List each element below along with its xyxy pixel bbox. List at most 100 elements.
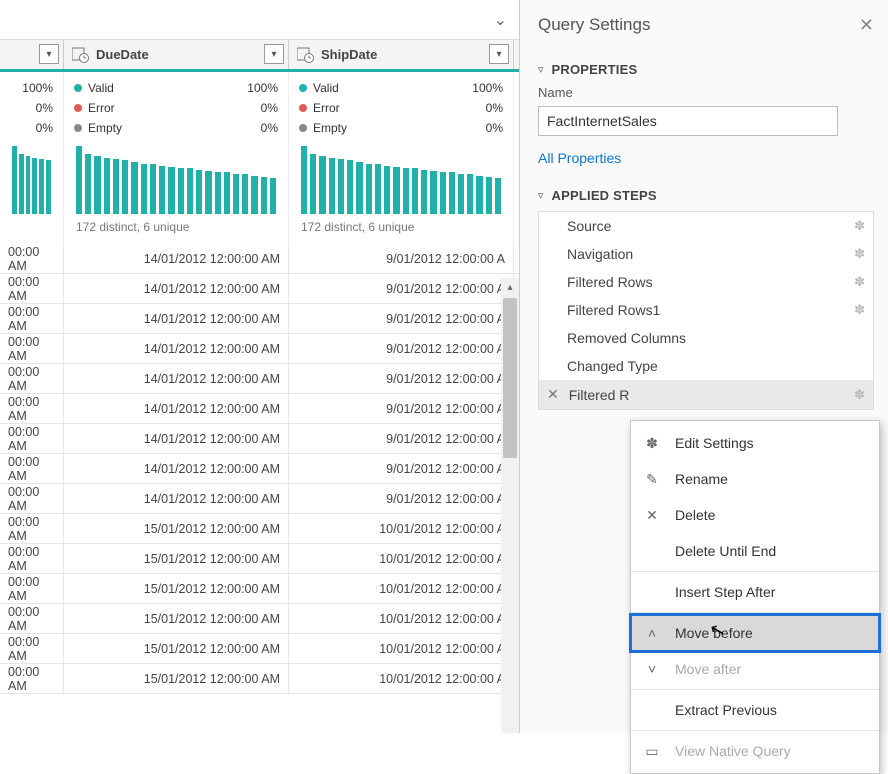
table-cell[interactable]: 9/01/2012 12:00:00 A — [289, 394, 514, 423]
table-cell[interactable]: 00:00 AM — [0, 484, 64, 513]
table-cell[interactable]: 9/01/2012 12:00:00 A — [289, 364, 514, 393]
properties-section-header[interactable]: ▿ PROPERTIES — [538, 62, 874, 77]
column-header-shipdate[interactable]: ShipDate ▾ — [289, 40, 514, 69]
distribution-sparkline — [10, 138, 53, 218]
table-row[interactable]: 00:00 AM14/01/2012 12:00:00 AM9/01/2012 … — [0, 244, 519, 274]
context-menu-item[interactable]: ˄Move before — [631, 615, 879, 651]
table-cell[interactable]: 14/01/2012 12:00:00 AM — [64, 424, 289, 453]
gear-icon[interactable]: ✽ — [854, 218, 865, 234]
applied-step-item[interactable]: Filtered Rows1✽ — [539, 296, 873, 324]
table-cell[interactable]: 14/01/2012 12:00:00 AM — [64, 304, 289, 333]
table-row[interactable]: 00:00 AM15/01/2012 12:00:00 AM10/01/2012… — [0, 604, 519, 634]
table-cell[interactable]: 14/01/2012 12:00:00 AM — [64, 334, 289, 363]
applied-step-item[interactable]: Filtered Rows✽ — [539, 268, 873, 296]
column-dropdown-icon[interactable]: ▾ — [264, 44, 284, 64]
table-cell[interactable]: 00:00 AM — [0, 424, 64, 453]
table-cell[interactable]: 15/01/2012 12:00:00 AM — [64, 604, 289, 633]
table-cell[interactable]: 00:00 AM — [0, 604, 64, 633]
column-header-duedate[interactable]: DueDate ▾ — [64, 40, 289, 69]
table-cell[interactable]: 00:00 AM — [0, 574, 64, 603]
empty-pct: 0% — [36, 118, 53, 138]
column-filter-icon[interactable]: ▾ — [39, 44, 59, 64]
table-cell[interactable]: 10/01/2012 12:00:00 A — [289, 634, 514, 663]
table-cell[interactable]: 14/01/2012 12:00:00 AM — [64, 274, 289, 303]
table-cell[interactable]: 14/01/2012 12:00:00 AM — [64, 394, 289, 423]
table-cell[interactable]: 10/01/2012 12:00:00 A — [289, 574, 514, 603]
applied-step-item[interactable]: ✕Filtered R✽ — [539, 380, 873, 409]
table-cell[interactable]: 00:00 AM — [0, 664, 64, 693]
data-rows[interactable]: 00:00 AM14/01/2012 12:00:00 AM9/01/2012 … — [0, 244, 519, 733]
table-cell[interactable]: 9/01/2012 12:00:00 A — [289, 334, 514, 363]
formula-bar[interactable]: ⌄ — [0, 0, 519, 40]
table-row[interactable]: 00:00 AM14/01/2012 12:00:00 AM9/01/2012 … — [0, 484, 519, 514]
table-cell[interactable]: 9/01/2012 12:00:00 A — [289, 244, 514, 273]
table-cell[interactable]: 9/01/2012 12:00:00 A — [289, 454, 514, 483]
table-cell[interactable]: 00:00 AM — [0, 454, 64, 483]
context-menu-item[interactable]: Insert Step After — [631, 574, 879, 610]
table-cell[interactable]: 15/01/2012 12:00:00 AM — [64, 514, 289, 543]
context-menu-item[interactable]: ✎Rename — [631, 461, 879, 497]
table-row[interactable]: 00:00 AM14/01/2012 12:00:00 AM9/01/2012 … — [0, 454, 519, 484]
gear-icon[interactable]: ✽ — [854, 274, 865, 290]
chevron-down-icon[interactable]: ⌄ — [494, 10, 507, 30]
scroll-thumb[interactable] — [503, 298, 517, 458]
column-header-prev[interactable]: ▾ — [0, 40, 64, 69]
table-row[interactable]: 00:00 AM15/01/2012 12:00:00 AM10/01/2012… — [0, 574, 519, 604]
table-cell[interactable]: 00:00 AM — [0, 514, 64, 543]
applied-steps-section-header[interactable]: ▿ APPLIED STEPS — [538, 188, 874, 203]
context-menu-item[interactable]: ✕Delete — [631, 497, 879, 533]
table-row[interactable]: 00:00 AM14/01/2012 12:00:00 AM9/01/2012 … — [0, 274, 519, 304]
table-row[interactable]: 00:00 AM14/01/2012 12:00:00 AM9/01/2012 … — [0, 304, 519, 334]
table-cell[interactable]: 00:00 AM — [0, 274, 64, 303]
table-cell[interactable]: 15/01/2012 12:00:00 AM — [64, 664, 289, 693]
table-cell[interactable]: 14/01/2012 12:00:00 AM — [64, 244, 289, 273]
table-row[interactable]: 00:00 AM15/01/2012 12:00:00 AM10/01/2012… — [0, 664, 519, 694]
table-cell[interactable]: 00:00 AM — [0, 544, 64, 573]
vertical-scrollbar[interactable]: ▴ — [501, 278, 519, 733]
table-cell[interactable]: 15/01/2012 12:00:00 AM — [64, 544, 289, 573]
table-row[interactable]: 00:00 AM15/01/2012 12:00:00 AM10/01/2012… — [0, 514, 519, 544]
column-dropdown-icon[interactable]: ▾ — [489, 44, 509, 64]
table-cell[interactable]: 9/01/2012 12:00:00 A — [289, 274, 514, 303]
table-cell[interactable]: 10/01/2012 12:00:00 A — [289, 544, 514, 573]
table-row[interactable]: 00:00 AM14/01/2012 12:00:00 AM9/01/2012 … — [0, 334, 519, 364]
close-icon[interactable]: ✕ — [859, 15, 874, 36]
gear-icon[interactable]: ✽ — [854, 302, 865, 318]
table-cell[interactable]: 15/01/2012 12:00:00 AM — [64, 634, 289, 663]
scroll-up-arrow-icon[interactable]: ▴ — [501, 278, 519, 296]
table-cell[interactable]: 14/01/2012 12:00:00 AM — [64, 484, 289, 513]
table-cell[interactable]: 00:00 AM — [0, 394, 64, 423]
table-cell[interactable]: 9/01/2012 12:00:00 A — [289, 484, 514, 513]
table-cell[interactable]: 00:00 AM — [0, 304, 64, 333]
applied-step-item[interactable]: Removed Columns — [539, 324, 873, 352]
table-row[interactable]: 00:00 AM14/01/2012 12:00:00 AM9/01/2012 … — [0, 424, 519, 454]
table-cell[interactable]: 00:00 AM — [0, 634, 64, 663]
delete-step-icon[interactable]: ✕ — [547, 386, 559, 403]
table-row[interactable]: 00:00 AM15/01/2012 12:00:00 AM10/01/2012… — [0, 634, 519, 664]
gear-icon[interactable]: ✽ — [854, 387, 865, 403]
table-cell[interactable]: 15/01/2012 12:00:00 AM — [64, 574, 289, 603]
menu-item-label: Delete Until End — [675, 543, 776, 559]
table-cell[interactable]: 14/01/2012 12:00:00 AM — [64, 364, 289, 393]
table-cell[interactable]: 9/01/2012 12:00:00 A — [289, 424, 514, 453]
table-cell[interactable]: 00:00 AM — [0, 364, 64, 393]
table-cell[interactable]: 9/01/2012 12:00:00 A — [289, 304, 514, 333]
applied-step-item[interactable]: Changed Type — [539, 352, 873, 380]
context-menu-item[interactable]: ✽Edit Settings — [631, 425, 879, 461]
applied-step-item[interactable]: Navigation✽ — [539, 240, 873, 268]
gear-icon[interactable]: ✽ — [854, 246, 865, 262]
table-row[interactable]: 00:00 AM14/01/2012 12:00:00 AM9/01/2012 … — [0, 364, 519, 394]
table-row[interactable]: 00:00 AM15/01/2012 12:00:00 AM10/01/2012… — [0, 544, 519, 574]
table-row[interactable]: 00:00 AM14/01/2012 12:00:00 AM9/01/2012 … — [0, 394, 519, 424]
table-cell[interactable]: 10/01/2012 12:00:00 A — [289, 514, 514, 543]
applied-step-item[interactable]: Source✽ — [539, 212, 873, 240]
table-cell[interactable]: 00:00 AM — [0, 244, 64, 273]
context-menu-item[interactable]: Extract Previous — [631, 692, 879, 728]
table-cell[interactable]: 14/01/2012 12:00:00 AM — [64, 454, 289, 483]
context-menu-item[interactable]: Delete Until End — [631, 533, 879, 569]
table-cell[interactable]: 10/01/2012 12:00:00 A — [289, 604, 514, 633]
all-properties-link[interactable]: All Properties — [538, 150, 874, 166]
table-cell[interactable]: 10/01/2012 12:00:00 A — [289, 664, 514, 693]
table-cell[interactable]: 00:00 AM — [0, 334, 64, 363]
query-name-input[interactable] — [538, 106, 838, 136]
